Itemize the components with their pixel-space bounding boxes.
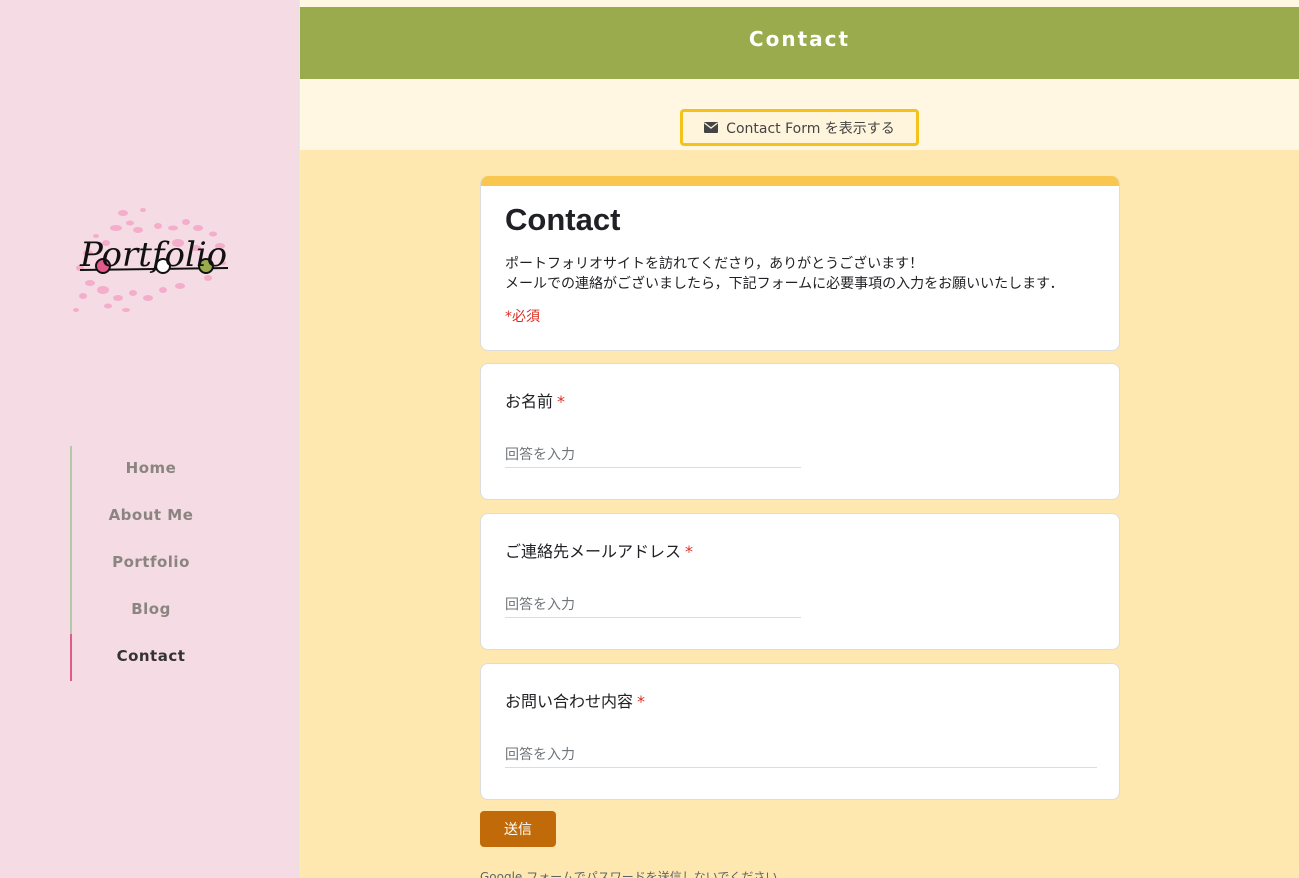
required-star: *	[685, 542, 694, 561]
nav-item-blog[interactable]: Blog	[72, 587, 230, 634]
form-title: Contact	[505, 202, 621, 237]
sidebar: Portfolio Home About Me Portfolio Blog C…	[0, 0, 299, 878]
logo-graphic: Portfolio	[73, 208, 229, 312]
portfolio-logo[interactable]: Portfolio	[68, 198, 233, 323]
nav-item-contact[interactable]: Contact	[70, 634, 230, 681]
main-nav: Home About Me Portfolio Blog Contact	[70, 446, 230, 681]
nav-item-home[interactable]: Home	[72, 446, 230, 493]
question-card-name: お名前 *	[480, 363, 1120, 500]
form-description-line-1: ポートフォリオサイトを訪れてくださり，ありがとうございます！	[505, 256, 924, 272]
question-card-email: ご連絡先メールアドレス *	[480, 513, 1120, 650]
form-description-line-2: メールでの連絡がございましたら，下記フォームに必要事項の入力をお願いいたします．	[505, 276, 1064, 292]
nav-item-about-me[interactable]: About Me	[72, 493, 230, 540]
question-card-inquiry: お問い合わせ内容 *	[480, 663, 1120, 800]
envelope-icon	[704, 122, 719, 133]
form-header-card: Contact ポートフォリオサイトを訪れてくださり，ありがとうございます！ メ…	[480, 176, 1120, 351]
page-title: Contact	[748, 27, 851, 51]
required-star: *	[557, 392, 566, 411]
nav-item-portfolio[interactable]: Portfolio	[72, 540, 230, 587]
page-header: Contact	[300, 7, 1299, 79]
submit-button[interactable]: 送信	[480, 811, 556, 847]
show-contact-form-button[interactable]: Contact Form を表示する	[680, 109, 919, 146]
inquiry-input[interactable]	[505, 742, 1097, 768]
question-text: お問い合わせ内容	[505, 692, 634, 711]
question-text: お名前	[505, 392, 554, 411]
toggle-band: Contact Form を表示する	[300, 79, 1299, 150]
form-accent-bar	[481, 176, 1119, 186]
show-contact-form-label: Contact Form を表示する	[726, 120, 895, 137]
logo-text: Portfolio	[79, 235, 227, 275]
name-input[interactable]	[505, 442, 801, 468]
question-text: ご連絡先メールアドレス	[505, 542, 682, 561]
question-label-name: お名前 *	[505, 388, 565, 412]
question-label-inquiry: お問い合わせ内容 *	[505, 688, 645, 712]
required-note: *必須	[505, 309, 540, 325]
question-label-email: ご連絡先メールアドレス *	[505, 538, 693, 562]
password-warning-note: Google フォームでパスワードを送信しないでください。	[480, 870, 790, 878]
top-strip	[300, 0, 1299, 7]
email-input[interactable]	[505, 592, 801, 618]
required-star: *	[637, 692, 646, 711]
form-description: ポートフォリオサイトを訪れてくださり，ありがとうございます！ メールでの連絡がご…	[505, 254, 1064, 294]
